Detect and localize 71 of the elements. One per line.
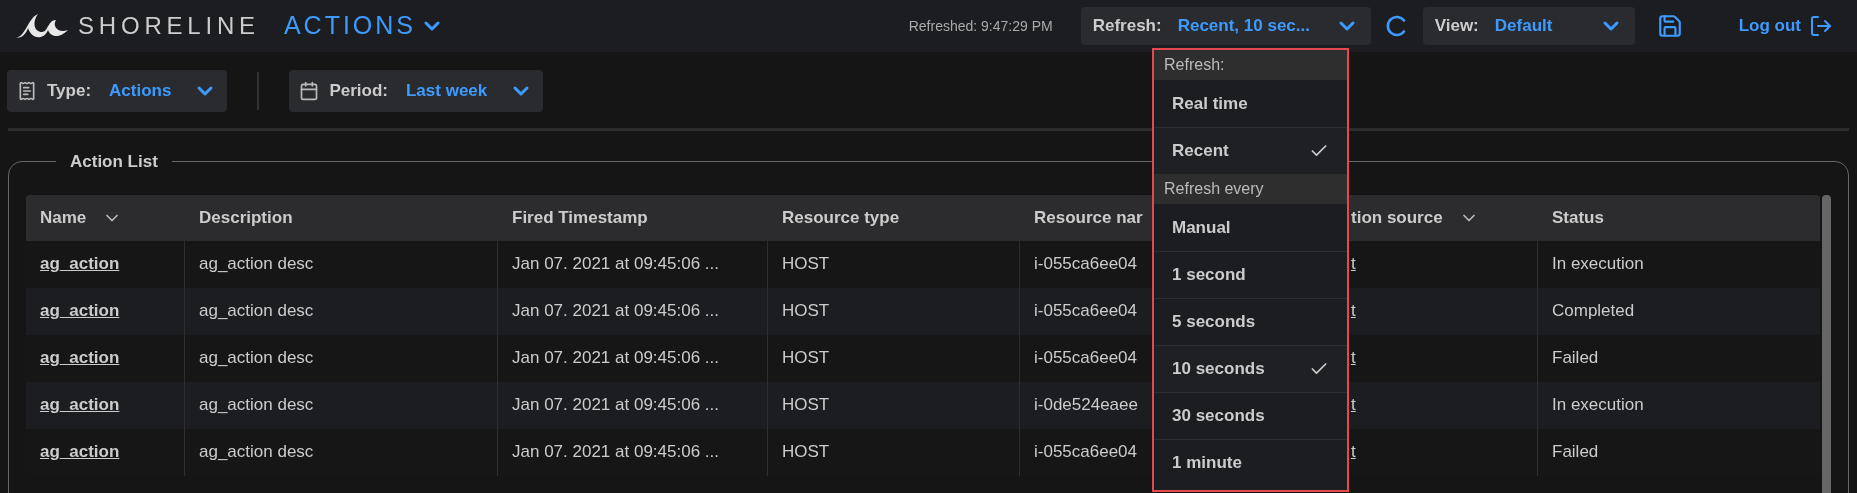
column-header[interactable]: Resource nar <box>1034 204 1143 231</box>
app-menu[interactable]: ACTIONS <box>283 7 445 45</box>
column-header[interactable]: Status <box>1552 204 1604 231</box>
column-header[interactable]: tion source <box>1351 204 1443 231</box>
view-value: Default <box>1494 15 1553 38</box>
logout-icon <box>1809 14 1833 38</box>
refreshed-time: Refreshed: 9:47:29 PM <box>908 16 1053 36</box>
menu-section-heading: Refresh: <box>1154 50 1347 80</box>
refresh-label: Refresh: <box>1092 15 1162 38</box>
table-link[interactable]: t <box>1351 345 1356 371</box>
table-cell-text: HOST <box>782 300 830 323</box>
menu-item[interactable]: 1 minute <box>1154 439 1347 486</box>
refresh-dropdown[interactable]: Refresh: Recent, 10 sec... <box>1080 7 1371 45</box>
menu-item[interactable]: 30 seconds <box>1154 392 1347 439</box>
menu-section-heading: Refresh every <box>1154 174 1347 204</box>
table-cell-text: Failed <box>1552 441 1599 464</box>
filter-label: Period: <box>329 80 388 103</box>
table-cell-text: HOST <box>782 394 830 417</box>
table-cell-text: Jan 07. 2021 at 09:45:06 ... <box>512 347 719 370</box>
table-cell-text: ag_action desc <box>199 347 314 370</box>
save-button[interactable] <box>1656 13 1683 39</box>
table-cell-text: Jan 07. 2021 at 09:45:06 ... <box>512 441 719 464</box>
table-link[interactable]: ag_action <box>40 345 120 371</box>
table-cell-text: Jan 07. 2021 at 09:45:06 ... <box>512 394 719 417</box>
table-cell-text: HOST <box>782 347 830 370</box>
table-link[interactable]: t <box>1351 439 1356 465</box>
filter-dropdown[interactable]: Type: Actions <box>7 70 228 112</box>
table-cell-text: i-055ca6ee04 <box>1034 300 1138 323</box>
table-link[interactable]: ag_action <box>40 251 120 277</box>
column-header[interactable]: Description <box>199 204 293 231</box>
refresh-value: Recent, 10 sec... <box>1177 15 1310 38</box>
table-cell-text: ag_action desc <box>199 253 314 276</box>
table-link[interactable]: t <box>1351 298 1356 324</box>
logout-button[interactable]: Log out <box>1738 13 1833 39</box>
view-dropdown[interactable]: View: Default <box>1422 7 1635 45</box>
table-cell-text: i-055ca6ee04 <box>1034 441 1138 464</box>
table-cell-text: Jan 07. 2021 at 09:45:06 ... <box>512 253 719 276</box>
menu-item[interactable]: 1 second <box>1154 251 1347 298</box>
table-link[interactable]: ag_action <box>40 298 120 324</box>
table-cell-text: Completed <box>1552 300 1635 323</box>
table-link[interactable]: t <box>1351 392 1356 418</box>
filter-value: Last week <box>406 80 488 103</box>
filter-label: Type: <box>47 80 92 103</box>
table-cell-text: HOST <box>782 253 830 276</box>
filter-value: Actions <box>109 80 172 103</box>
column-header[interactable]: Name <box>40 204 87 231</box>
table-cell-text: ag_action desc <box>199 394 314 417</box>
column-header[interactable]: Fired Timestamp <box>512 204 648 231</box>
document-icon <box>17 81 37 101</box>
table-cell-text: In execution <box>1552 394 1644 417</box>
logo-text: SHORELINE <box>78 11 260 41</box>
table-link[interactable]: ag_action <box>40 392 120 418</box>
view-label: View: <box>1434 15 1479 38</box>
table-link[interactable]: ag_action <box>40 439 120 465</box>
table-cell-text: HOST <box>782 441 830 464</box>
table-cell-text: ag_action desc <box>199 300 314 323</box>
table-cell-text: i-055ca6ee04 <box>1034 253 1138 276</box>
table-cell-text: ag_action desc <box>199 441 314 464</box>
panel-title: Action List <box>69 151 159 173</box>
table-cell-text: Failed <box>1552 347 1599 370</box>
table-cell-text: i-0de524eaee <box>1034 394 1138 417</box>
table-link[interactable]: t <box>1351 251 1356 277</box>
menu-item[interactable]: Real time <box>1154 80 1347 127</box>
filter-dropdown[interactable]: Period: Last week <box>289 70 544 112</box>
table-cell-text: i-055ca6ee04 <box>1034 347 1138 370</box>
column-header[interactable]: Resource type <box>782 204 900 231</box>
calendar-icon <box>299 81 320 101</box>
menu-item[interactable]: Manual <box>1154 204 1347 251</box>
save-icon <box>1656 13 1683 39</box>
table-cell-text: Jan 07. 2021 at 09:45:06 ... <box>512 300 719 323</box>
table-cell-text: In execution <box>1552 253 1644 276</box>
